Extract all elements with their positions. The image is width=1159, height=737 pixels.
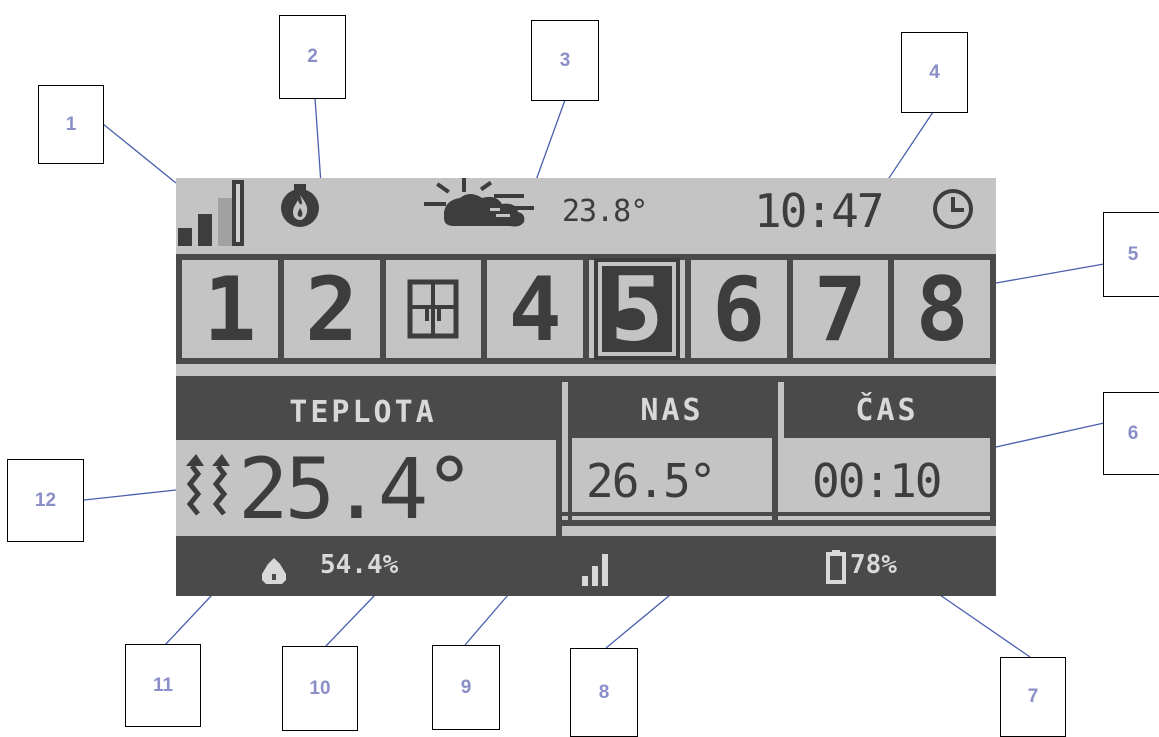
wireless-footer: 78%: [562, 536, 996, 596]
window-icon: [407, 279, 459, 339]
zone-label: 1: [203, 257, 257, 361]
divider: [562, 512, 996, 516]
remaining-time: 00:10: [812, 454, 942, 508]
callout-2: 2: [279, 15, 346, 99]
divider: [990, 382, 996, 524]
setpoint-header: NAS: [572, 382, 772, 438]
callout-8: 8: [570, 648, 638, 737]
clock-icon: [933, 189, 973, 229]
zone-1[interactable]: 1: [182, 257, 278, 361]
zone-4[interactable]: 4: [481, 257, 583, 361]
zone-7[interactable]: 7: [786, 257, 889, 361]
zone-label: 7: [813, 257, 867, 361]
zone-label: 4: [508, 257, 562, 361]
clock-time: 10:47: [754, 184, 884, 238]
flame-drop-icon: [281, 184, 319, 227]
signal-bars-icon: [582, 548, 616, 586]
callout-7: 7: [1000, 657, 1066, 737]
zone-label: 2: [305, 257, 359, 361]
humidity-drop-icon: [262, 552, 286, 584]
divider: [562, 520, 996, 526]
callout-3: 3: [531, 20, 599, 101]
callout-5: 5: [1103, 212, 1159, 297]
battery-value: 78%: [850, 550, 897, 580]
divider: [176, 376, 556, 384]
battery-icon: [826, 550, 846, 584]
callout-1: 1: [38, 85, 104, 164]
signal-bars-icon: [178, 178, 246, 250]
callout-6: 6: [1103, 392, 1159, 475]
setpoint-temperature: 26.5°: [586, 454, 716, 508]
zone-5-active[interactable]: 5: [583, 258, 685, 361]
zone-8[interactable]: 8: [888, 257, 990, 361]
zone-label: 5: [593, 258, 680, 361]
callout-10: 10: [282, 646, 358, 731]
divider: [550, 384, 556, 440]
lcd-display: 23.8° 10:47 1 2 4 5 6 7 8 TEPLOTA 25.4° …: [176, 178, 996, 596]
current-temperature: 25.4°: [238, 440, 475, 538]
humidity-value: 54.4%: [320, 550, 399, 580]
heating-waves-icon: [186, 454, 230, 516]
zone-6[interactable]: 6: [684, 257, 787, 361]
temperature-header: TEPLOTA: [176, 384, 550, 440]
partly-cloudy-icon: [424, 178, 534, 227]
time-header: ČAS: [784, 382, 990, 438]
zone-selector: 1 2 4 5 6 7 8: [176, 254, 996, 364]
callout-11: 11: [125, 644, 201, 727]
callout-4: 4: [901, 32, 968, 113]
humidity-footer: 54.4%: [176, 536, 556, 596]
zone-3[interactable]: [379, 260, 482, 358]
outdoor-temperature: 23.8°: [562, 194, 648, 229]
callout-12: 12: [7, 459, 84, 542]
callout-9: 9: [432, 645, 500, 730]
zone-label: 8: [915, 257, 969, 361]
zone-label: 6: [712, 257, 766, 361]
divider: [772, 382, 778, 524]
zone-2[interactable]: 2: [277, 257, 380, 361]
